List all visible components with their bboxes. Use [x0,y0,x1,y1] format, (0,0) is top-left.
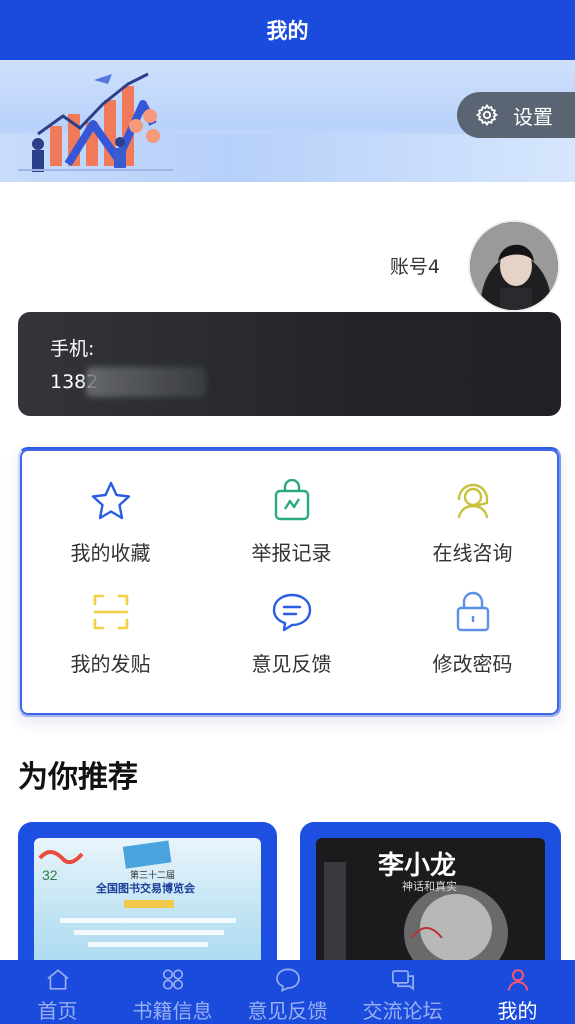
menu-label: 在线咨询 [432,541,513,565]
tab-home[interactable]: 首页 [0,960,115,1024]
recommend-book-card[interactable]: 32 第三十二届 全国图书交易博览会 [18,822,277,972]
menu-report-records[interactable]: 举报记录 [201,479,382,566]
book-cover-graphic: 32 第三十二届 全国图书交易博览会 [38,840,236,947]
menu-feedback[interactable]: 意见反馈 [201,590,382,677]
avatar-photo [470,222,558,310]
settings-button[interactable]: 设置 [457,92,575,138]
menu-my-posts[interactable]: 我的发贴 [20,590,201,677]
function-menu: 我的收藏 举报记录 在线咨询 我的发贴 意见反馈 修改密码 [18,447,561,717]
menu-label: 修改密码 [432,652,513,676]
scan-icon [93,594,128,630]
account-name: 账号4 [389,256,440,278]
avatar[interactable] [468,220,560,312]
lock-icon [456,591,489,632]
menu-label: 意见反馈 [251,652,332,676]
svg-text:李小龙: 李小龙 [377,851,456,881]
menu-favorites[interactable]: 我的收藏 [20,479,201,566]
tab-forum[interactable]: 交流论坛 [345,960,460,1024]
settings-label: 设置 [513,104,553,129]
book-cover-graphic: 李小龙 神话和真实 [316,838,545,972]
headset-icon [457,483,488,519]
tab-feedback[interactable]: 意见反馈 [230,960,345,1024]
tab-mine[interactable]: 我的 [460,960,575,1024]
svg-text:神话和真实: 神话和真实 [402,879,457,893]
tab-book-info[interactable]: 书籍信息 [115,960,230,1024]
chat-bubble-icon [272,593,311,632]
menu-label: 举报记录 [251,541,332,565]
growth-chart-illustration [18,72,173,172]
recommend-title: 为你推荐 [18,760,138,795]
recommend-book-card[interactable]: 李小龙 神话和真实 [300,822,561,972]
page-title: 我的 [266,19,309,43]
phone-redaction [86,367,206,397]
svg-text:全国图书交易博览会: 全国图书交易博览会 [95,881,196,895]
menu-change-password[interactable]: 修改密码 [382,590,563,677]
shopping-bag-icon [274,479,309,521]
grid-icon [162,969,183,990]
phone-card: 手机: 1382 [18,312,561,416]
menu-label: 我的发贴 [70,652,151,676]
menu-label: 我的收藏 [70,541,151,565]
page-header: 我的 [0,0,575,60]
phone-label: 手机: [50,338,95,360]
phone-value: 1382 [50,367,206,397]
bottom-tab-bar: 首页 书籍信息 意见反馈 交流论坛 我的 [0,960,575,1024]
gear-icon [475,103,499,127]
chat-bubble-icon [275,968,300,992]
book-cover: 李小龙 神话和真实 [316,838,545,972]
forum-icon [391,970,414,991]
svg-text:32: 32 [42,867,58,883]
book-cover: 32 第三十二届 全国图书交易博览会 [34,838,261,972]
user-icon [507,969,528,991]
menu-online-consult[interactable]: 在线咨询 [382,479,563,566]
home-icon [46,969,69,990]
svg-text:第三十二届: 第三十二届 [130,869,175,881]
star-icon [91,481,130,520]
